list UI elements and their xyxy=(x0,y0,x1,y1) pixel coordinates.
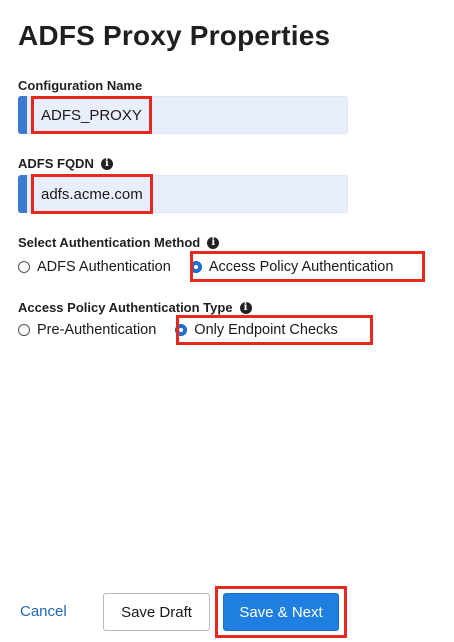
radio-pre-authentication-label: Pre-Authentication xyxy=(37,322,157,338)
field-accent-bar xyxy=(18,175,27,213)
config-name-label-text: Configuration Name xyxy=(18,78,143,93)
auth-method-label: Select Authentication Method i xyxy=(18,235,220,250)
radio-only-endpoint-checks[interactable]: Only Endpoint Checks xyxy=(175,322,338,338)
field-accent-bar xyxy=(18,96,27,134)
radio-only-endpoint-checks-label: Only Endpoint Checks xyxy=(194,322,338,338)
fqdn-label: ADFS FQDN i xyxy=(18,156,113,171)
fqdn-input[interactable]: adfs.acme.com xyxy=(18,175,348,213)
config-name-input[interactable]: ADFS_PROXY xyxy=(18,96,348,134)
fqdn-value: adfs.acme.com xyxy=(41,186,143,203)
cancel-link[interactable]: Cancel xyxy=(20,603,67,620)
radio-access-policy-authentication-label: Access Policy Authentication xyxy=(208,259,394,275)
fqdn-label-text: ADFS FQDN xyxy=(18,156,94,171)
auth-method-label-text: Select Authentication Method xyxy=(18,235,201,250)
radio-adfs-authentication[interactable]: ADFS Authentication xyxy=(18,259,171,275)
radio-checked-icon[interactable] xyxy=(175,324,188,336)
auth-type-radio-group: Pre-Authentication Only Endpoint Checks xyxy=(18,322,338,338)
save-next-button[interactable]: Save & Next xyxy=(223,593,339,631)
radio-access-policy-authentication[interactable]: Access Policy Authentication xyxy=(189,259,394,275)
config-name-label: Configuration Name xyxy=(18,78,142,93)
radio-unchecked-icon[interactable] xyxy=(18,324,30,336)
radio-adfs-authentication-label: ADFS Authentication xyxy=(37,259,171,275)
info-icon[interactable]: i xyxy=(207,236,220,249)
radio-checked-icon[interactable] xyxy=(189,261,202,273)
page-title: ADFS Proxy Properties xyxy=(18,20,331,51)
save-draft-button[interactable]: Save Draft xyxy=(103,593,210,631)
radio-unchecked-icon[interactable] xyxy=(18,261,30,273)
info-icon[interactable]: i xyxy=(100,157,113,170)
auth-method-radio-group: ADFS Authentication Access Policy Authen… xyxy=(18,259,393,275)
config-name-value: ADFS_PROXY xyxy=(41,107,142,124)
radio-pre-authentication[interactable]: Pre-Authentication xyxy=(18,322,156,338)
info-icon[interactable]: i xyxy=(239,301,252,314)
auth-type-label: Access Policy Authentication Type i xyxy=(18,300,252,315)
auth-type-label-text: Access Policy Authentication Type xyxy=(18,300,233,315)
